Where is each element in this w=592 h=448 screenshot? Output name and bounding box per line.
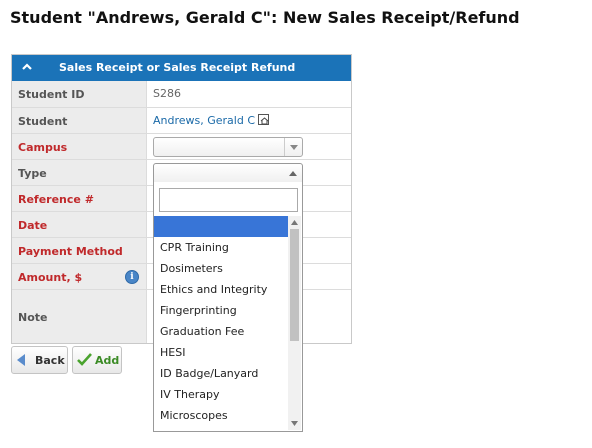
dropdown-option[interactable]: HESI (154, 342, 288, 363)
chevron-up-icon[interactable] (284, 164, 302, 182)
dropdown-option[interactable]: Microscopes (154, 405, 288, 426)
scroll-up-icon[interactable] (291, 220, 298, 225)
back-button[interactable]: Back (11, 346, 68, 374)
amount-label: Amount, $ i (12, 264, 147, 289)
add-button[interactable]: Add (72, 346, 122, 374)
info-icon[interactable]: i (125, 270, 139, 284)
add-button-label: Add (95, 354, 120, 367)
date-label: Date (12, 212, 147, 237)
dropdown-options-list: CPR Training Dosimeters Ethics and Integri… (154, 216, 288, 430)
panel-title: Sales Receipt or Sales Receipt Refund (59, 61, 296, 74)
campus-label: Campus (12, 134, 147, 159)
dropdown-option[interactable]: IV Therapy (154, 384, 288, 405)
dropdown-option[interactable]: CPR Training (154, 237, 288, 258)
row-student-id: Student ID S286 (12, 81, 351, 107)
panel-header[interactable]: Sales Receipt or Sales Receipt Refund (12, 55, 351, 81)
student-id-value: S286 (153, 87, 181, 100)
checkmark-icon (77, 353, 92, 366)
campus-select[interactable] (153, 137, 303, 157)
row-campus: Campus (12, 133, 351, 159)
dropdown-option[interactable]: Fingerprinting (154, 300, 288, 321)
dropdown-option[interactable]: Graduation Fee (154, 321, 288, 342)
note-label: Note (12, 290, 147, 343)
student-id-label: Student ID (12, 81, 147, 107)
type-select[interactable] (153, 163, 303, 183)
chevron-down-icon[interactable] (284, 138, 302, 156)
chevron-up-icon[interactable] (19, 59, 35, 75)
student-label: Student (12, 108, 147, 133)
row-student: Student Andrews, Gerald C (12, 107, 351, 133)
page-title: Student "Andrews, Gerald C": New Sales R… (10, 8, 520, 27)
type-dropdown[interactable]: CPR Training Dosimeters Ethics and Integri… (153, 182, 303, 432)
dropdown-option[interactable]: Ethics and Integrity (154, 279, 288, 300)
dropdown-option[interactable]: Dosimeters (154, 258, 288, 279)
type-label: Type (12, 160, 147, 185)
scroll-down-icon[interactable] (291, 421, 298, 426)
arrow-left-icon (17, 354, 25, 366)
scrollbar-thumb[interactable] (290, 229, 299, 341)
student-link[interactable]: Andrews, Gerald C (153, 114, 255, 127)
external-link-icon[interactable] (258, 114, 270, 125)
amount-label-text: Amount, $ (18, 271, 83, 284)
dropdown-option[interactable]: ID Badge/Lanyard (154, 363, 288, 384)
dropdown-scrollbar[interactable] (288, 216, 301, 430)
reference-label: Reference # (12, 186, 147, 211)
payment-method-label: Payment Method (12, 238, 147, 263)
dropdown-search-input[interactable] (159, 188, 298, 212)
dropdown-option[interactable] (154, 216, 288, 237)
back-button-label: Back (35, 354, 65, 367)
